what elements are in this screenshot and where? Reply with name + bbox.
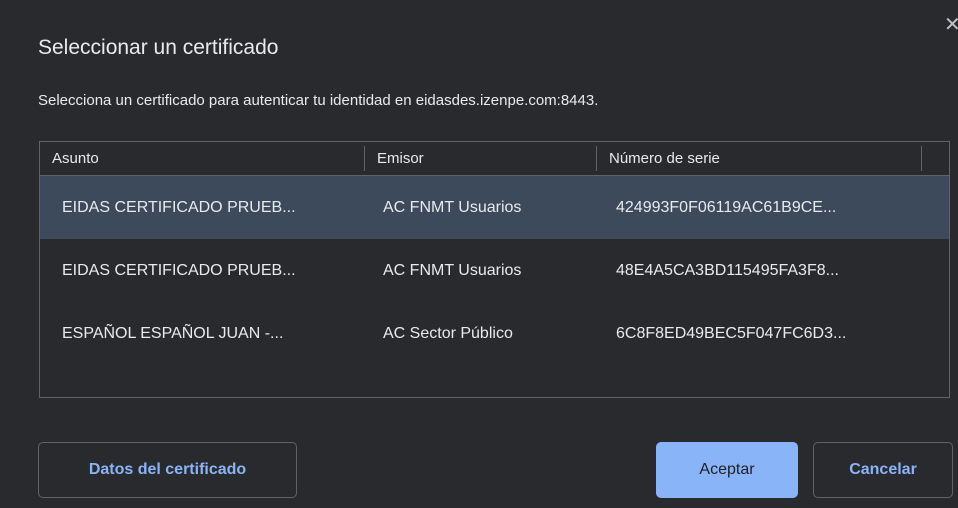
certificate-table: Asunto Emisor Número de serie EIDAS CERT… <box>39 141 950 398</box>
column-header-asunto[interactable]: Asunto <box>40 142 365 175</box>
cell-emisor: AC Sector Público <box>383 325 513 342</box>
cell-serie: 6C8F8ED49BEC5F047FC6D3... <box>616 325 847 342</box>
cell-asunto: ESPAÑOL ESPAÑOL JUAN -... <box>62 325 284 342</box>
certificate-dialog: ✕ Seleccionar un certificado Selecciona … <box>0 0 958 508</box>
certificate-details-button[interactable]: Datos del certificado <box>38 442 297 498</box>
dialog-subtitle: Selecciona un certificado para autentica… <box>38 92 599 109</box>
cancel-button[interactable]: Cancelar <box>813 442 953 498</box>
column-divider[interactable] <box>921 146 922 171</box>
cell-asunto: EIDAS CERTIFICADO PRUEB... <box>62 262 296 279</box>
close-icon[interactable]: ✕ <box>944 14 958 36</box>
column-header-serie[interactable]: Número de serie <box>597 142 922 175</box>
accept-button[interactable]: Aceptar <box>656 442 798 498</box>
column-header-emisor[interactable]: Emisor <box>365 142 597 175</box>
table-header: Asunto Emisor Número de serie <box>40 142 949 176</box>
column-header-label: Emisor <box>377 150 424 167</box>
column-header-label: Asunto <box>52 150 99 167</box>
cell-serie: 48E4A5CA3BD115495FA3F8... <box>616 262 839 279</box>
table-row[interactable]: EIDAS CERTIFICADO PRUEB... AC FNMT Usuar… <box>40 176 949 239</box>
cell-serie: 424993F0F06119AC61B9CE... <box>616 199 837 216</box>
table-row[interactable]: EIDAS CERTIFICADO PRUEB... AC FNMT Usuar… <box>40 239 949 302</box>
cell-emisor: AC FNMT Usuarios <box>383 262 522 279</box>
cell-emisor: AC FNMT Usuarios <box>383 199 522 216</box>
cell-asunto: EIDAS CERTIFICADO PRUEB... <box>62 199 296 216</box>
column-header-label: Número de serie <box>609 150 720 167</box>
table-row[interactable]: ESPAÑOL ESPAÑOL JUAN -... AC Sector Públ… <box>40 302 949 365</box>
dialog-title: Seleccionar un certificado <box>38 36 279 59</box>
